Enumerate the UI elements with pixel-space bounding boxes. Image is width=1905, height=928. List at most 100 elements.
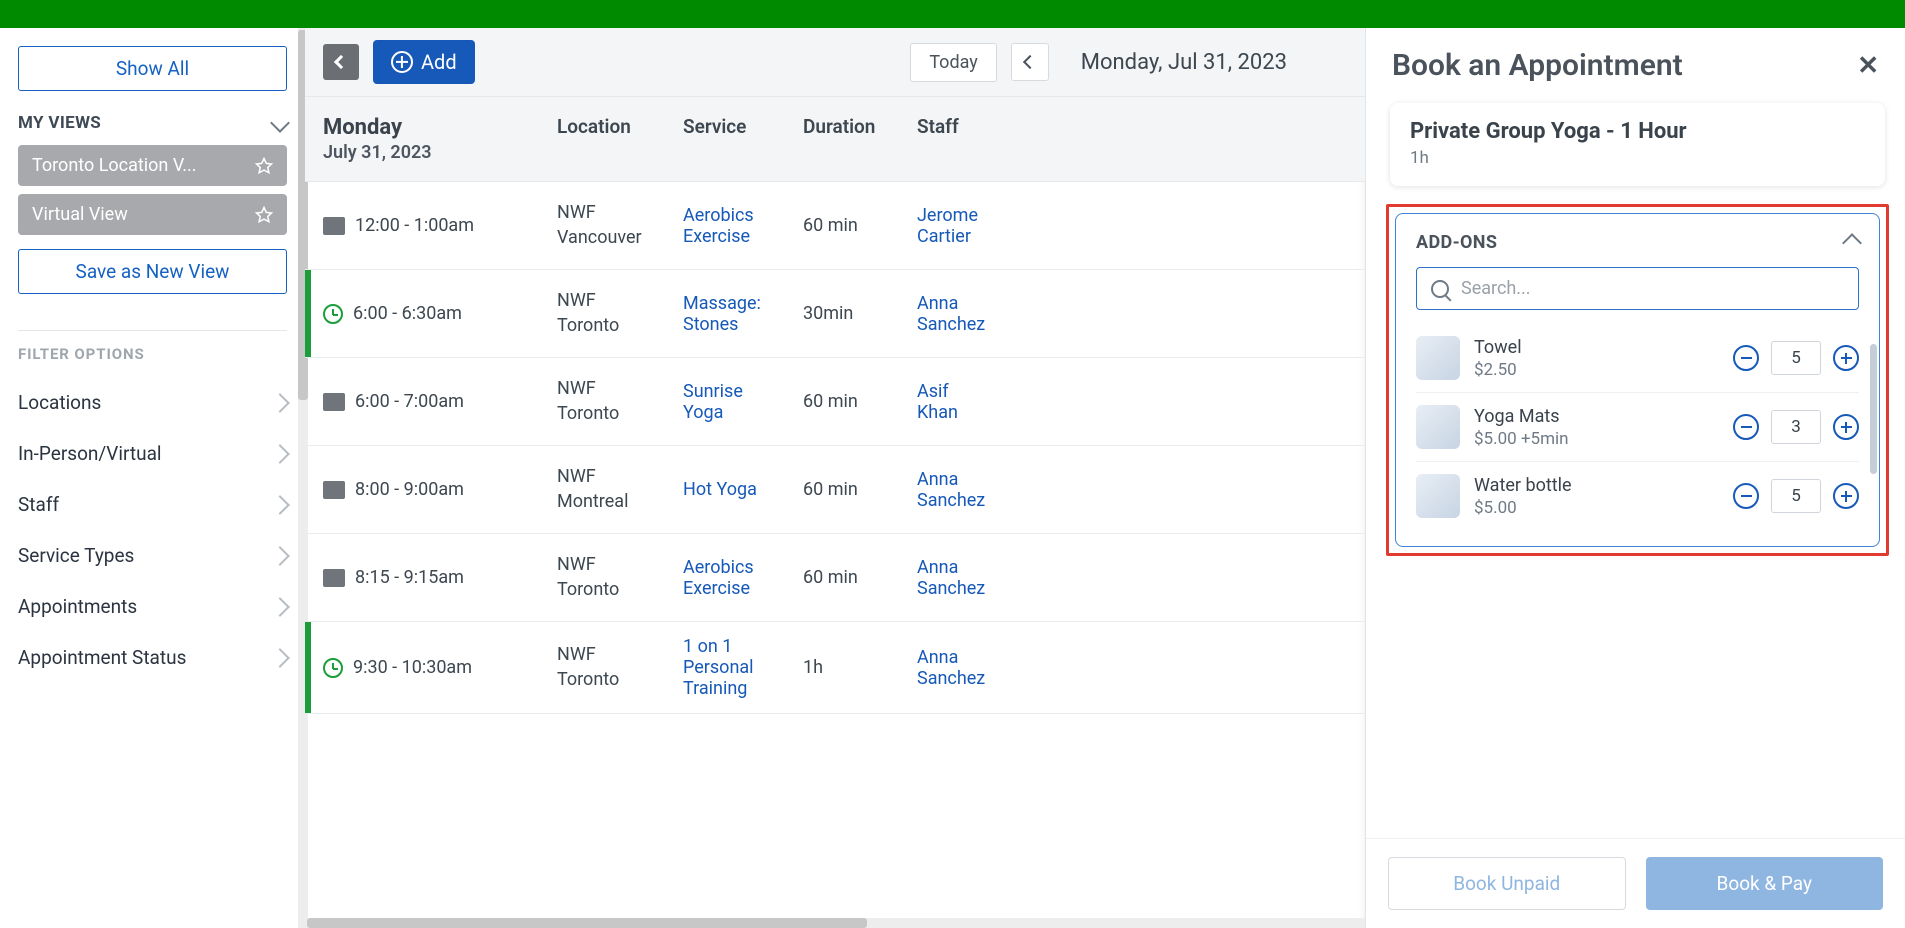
addons-search[interactable] (1416, 267, 1859, 310)
addon-info: Yoga Mats$5.00 +5min (1474, 406, 1719, 449)
service-link[interactable]: Massage: Stones (683, 293, 761, 335)
view-chip-toronto[interactable]: Toronto Location V... (18, 145, 287, 186)
clock-icon (323, 304, 343, 324)
service-link[interactable]: Aerobics Exercise (683, 557, 754, 599)
staff-link[interactable]: Asif Khan (917, 381, 958, 423)
view-chip-virtual[interactable]: Virtual View (18, 194, 287, 235)
qty-plus-button[interactable] (1833, 483, 1859, 509)
today-button[interactable]: Today (910, 43, 996, 82)
book-pay-button[interactable]: Book & Pay (1646, 857, 1884, 910)
filter-service-types[interactable]: Service Types (18, 530, 287, 581)
cell-duration: 1h (789, 643, 903, 692)
time-text: 9:30 - 10:30am (353, 657, 472, 678)
cell-service: Aerobics Exercise (669, 543, 789, 613)
qty-input[interactable] (1771, 479, 1821, 513)
table-body: 12:00 - 1:00amNWF VancouverAerobics Exer… (305, 182, 1365, 928)
table-row[interactable]: 6:00 - 6:30amNWF TorontoMassage: Stones3… (305, 270, 1365, 358)
addons-label: ADD-ONS (1416, 232, 1497, 253)
add-button[interactable]: Add (373, 40, 475, 84)
cell-location: NWF Toronto (543, 363, 669, 440)
plus-circle-icon (391, 51, 413, 73)
save-view-button[interactable]: Save as New View (18, 249, 287, 294)
filter-inperson-virtual[interactable]: In-Person/Virtual (18, 428, 287, 479)
table-row[interactable]: 6:00 - 7:00amNWF Toronto Sunrise Yoga 60 m… (305, 358, 1365, 446)
col-service: Service (669, 97, 789, 181)
addons-search-input[interactable] (1461, 278, 1844, 299)
col-staff: Staff (903, 97, 1003, 181)
addon-price: $2.50 (1474, 360, 1719, 380)
table-row[interactable]: 9:30 - 10:30amNWF Toronto1 on 1 Personal… (305, 622, 1365, 714)
addons-scrollbar[interactable] (1870, 344, 1877, 522)
show-all-button[interactable]: Show All (18, 46, 287, 91)
cell-staff: Jerome Cartier (903, 191, 1003, 261)
col-duration: Duration (789, 97, 903, 181)
table-row[interactable]: 8:15 - 9:15amNWF Toronto Aerobics Exercis… (305, 534, 1365, 622)
qty-minus-button[interactable] (1733, 414, 1759, 440)
clock-icon (323, 658, 343, 678)
cell-service: Hot Yoga (669, 465, 789, 514)
prev-day-button[interactable] (1011, 43, 1049, 81)
cell-time: 6:00 - 7:00am (311, 377, 543, 426)
cell-service: Sunrise Yoga (669, 367, 789, 437)
close-icon[interactable]: ✕ (1857, 51, 1879, 81)
qty-minus-button[interactable] (1733, 483, 1759, 509)
filter-label: Appointment Status (18, 646, 186, 669)
cell-service: Aerobics Exercise (669, 191, 789, 261)
staff-link[interactable]: Anna Sanchez (917, 469, 985, 511)
cell-staff: Asif Khan (903, 367, 1003, 437)
addon-price: $5.00 +5min (1474, 429, 1719, 449)
qty-input[interactable] (1771, 410, 1821, 444)
filter-label: Appointments (18, 595, 137, 618)
filter-appointment-status[interactable]: Appointment Status (18, 632, 287, 683)
star-icon (255, 206, 273, 224)
filter-appointments[interactable]: Appointments (18, 581, 287, 632)
service-link[interactable]: Aerobics Exercise (683, 205, 754, 247)
filter-label: In-Person/Virtual (18, 442, 162, 465)
chevron-right-icon (270, 444, 290, 464)
table-row[interactable]: 8:00 - 9:00amNWF MontrealHot Yoga60 minA… (305, 446, 1365, 534)
horizontal-scrollbar[interactable] (305, 918, 1365, 928)
addons-header[interactable]: ADD-ONS (1416, 232, 1859, 253)
qty-minus-button[interactable] (1733, 345, 1759, 371)
qty-input[interactable] (1771, 341, 1821, 375)
service-link[interactable]: Hot Yoga (683, 479, 757, 500)
filter-options-label: FILTER OPTIONS (18, 345, 287, 363)
table-row[interactable]: 12:00 - 1:00amNWF VancouverAerobics Exer… (305, 182, 1365, 270)
addon-name: Water bottle (1474, 475, 1719, 496)
session-icon (323, 393, 345, 411)
staff-link[interactable]: Anna Sanchez (917, 647, 985, 689)
cell-staff: Anna Sanchez (903, 543, 1003, 613)
staff-link[interactable]: Anna Sanchez (917, 557, 985, 599)
qty-plus-button[interactable] (1833, 414, 1859, 440)
book-unpaid-button[interactable]: Book Unpaid (1388, 857, 1626, 910)
current-date: Monday, Jul 31, 2023 (1063, 50, 1347, 75)
qty-plus-button[interactable] (1833, 345, 1859, 371)
addon-row: Water bottle$5.00 (1416, 462, 1859, 530)
my-views-header[interactable]: MY VIEWS (18, 113, 287, 133)
chevron-right-icon (270, 393, 290, 413)
time-text: 8:00 - 9:00am (355, 479, 464, 500)
cell-duration: 60 min (789, 377, 903, 426)
cell-location: NWF Toronto (543, 539, 669, 616)
cell-location: NWF Montreal (543, 451, 669, 528)
filter-staff[interactable]: Staff (18, 479, 287, 530)
addon-qty-stepper (1733, 479, 1859, 513)
staff-link[interactable]: Jerome Cartier (917, 205, 978, 247)
service-link[interactable]: 1 on 1 Personal Training (683, 636, 754, 699)
addon-info: Water bottle$5.00 (1474, 475, 1719, 518)
addons-highlight-box: ADD-ONS Towel$2.50Yoga Mats$5.00 +5minWa… (1386, 204, 1889, 556)
view-chip-label: Virtual View (32, 204, 128, 225)
service-link[interactable]: Sunrise Yoga (683, 381, 743, 423)
cell-staff: Anna Sanchez (903, 279, 1003, 349)
collapse-sidebar-button[interactable] (323, 44, 359, 80)
addon-thumbnail (1416, 405, 1460, 449)
addon-row: Yoga Mats$5.00 +5min (1416, 393, 1859, 462)
cell-time: 8:15 - 9:15am (311, 553, 543, 602)
time-text: 12:00 - 1:00am (355, 215, 474, 236)
my-views-label: MY VIEWS (18, 113, 101, 133)
filter-locations[interactable]: Locations (18, 377, 287, 428)
service-duration: 1h (1410, 148, 1865, 168)
search-icon (1431, 280, 1449, 298)
staff-link[interactable]: Anna Sanchez (917, 293, 985, 335)
service-name: Private Group Yoga - 1 Hour (1410, 119, 1865, 144)
